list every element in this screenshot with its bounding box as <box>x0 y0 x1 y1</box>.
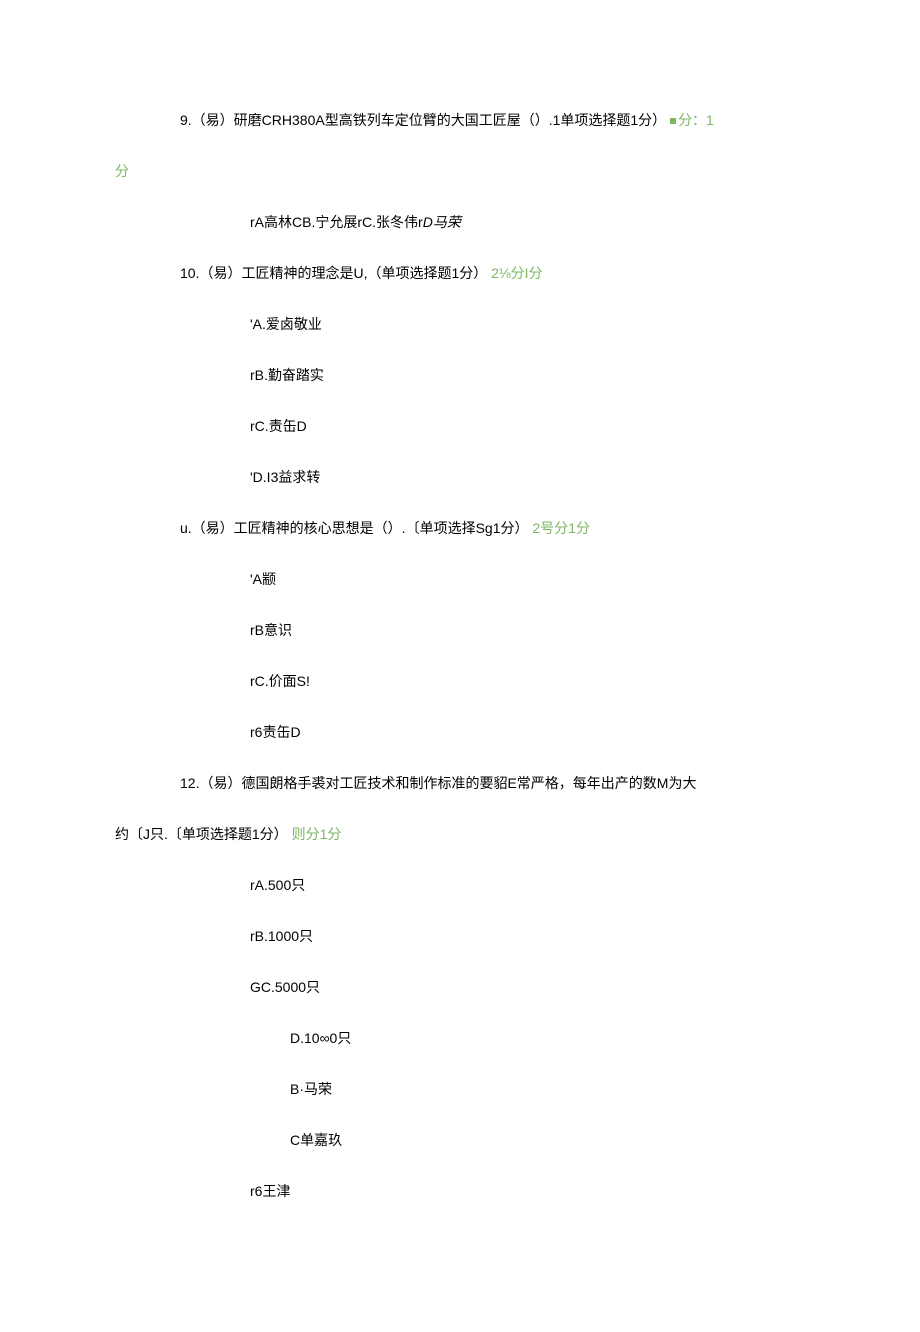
q10-opt-a: 'A.爱卤敬业 <box>0 314 920 335</box>
q12-opt-g: r6王津 <box>0 1181 920 1202</box>
q12-line2-text: 约〔J只.〔单项选择题1分） <box>115 826 288 842</box>
q10-opt-b: rB.勤奋踏实 <box>0 365 920 386</box>
exam-page: 9.（易）研磨CRH380A型高铁列车定位臂的大国工匠屋（）.1单项选择题1分）… <box>0 0 920 1332</box>
q11-score: 2号分1分 <box>532 520 590 536</box>
q12-opt-a: rA.500只 <box>0 875 920 896</box>
q9-opt-c: C.张冬伟 <box>362 214 418 230</box>
question-9: 9.（易）研磨CRH380A型高铁列车定位臂的大国工匠屋（）.1单项选择题1分）… <box>0 110 920 131</box>
q9-score-part2: 分 <box>0 161 920 182</box>
q11-stem: u.（易）工匠精神的核心思想是（）.〔单项选择Sg1分） <box>180 520 528 536</box>
q9-options-row: rA高林CB.宁允展rC.张冬伟rD马荣 <box>0 212 920 233</box>
q10-score: 2⅛分I分 <box>491 265 542 281</box>
question-12-line2: 约〔J只.〔单项选择题1分） 则分1分 <box>0 824 920 845</box>
q12-score: 则分1分 <box>292 826 342 842</box>
square-icon <box>670 118 676 124</box>
q10-opt-c: rC.责缶D <box>0 416 920 437</box>
question-10: 10.（易）工匠精神的理念是U,（单项选择题1分） 2⅛分I分 <box>0 263 920 284</box>
q11-opt-d: r6责缶D <box>0 722 920 743</box>
q12-opt-b: rB.1000只 <box>0 926 920 947</box>
q11-opt-a: 'A颛 <box>0 569 920 590</box>
q10-stem: 10.（易）工匠精神的理念是U,（单项选择题1分） <box>180 265 487 281</box>
q9-score-text1: 分：1 <box>678 112 714 128</box>
question-12-line1: 12.（易）德国朗格手裘对工匠技术和制作标准的要貂E常严格，每年出产的数M为大 <box>0 773 920 794</box>
q11-opt-b: rB意识 <box>0 620 920 641</box>
q12-opt-d: D.10∞0只 <box>0 1028 920 1049</box>
q9-opt-a: A高林C <box>255 214 302 230</box>
question-11: u.（易）工匠精神的核心思想是（）.〔单项选择Sg1分） 2号分1分 <box>0 518 920 539</box>
q11-opt-c: rC.价面S! <box>0 671 920 692</box>
q12-opt-e: B·马荣 <box>0 1079 920 1100</box>
q9-opt-d: D马荣 <box>423 214 461 230</box>
q9-stem: 9.（易）研磨CRH380A型高铁列车定位臂的大国工匠屋（）.1单项选择题1分） <box>180 112 666 128</box>
q9-opt-b: B.宁允展 <box>302 214 357 230</box>
q12-opt-f: C单嘉玖 <box>0 1130 920 1151</box>
q12-opt-c: GC.5000只 <box>0 977 920 998</box>
q9-score-part1: 分：1 <box>670 112 714 128</box>
q10-opt-d: 'D.I3益求转 <box>0 467 920 488</box>
